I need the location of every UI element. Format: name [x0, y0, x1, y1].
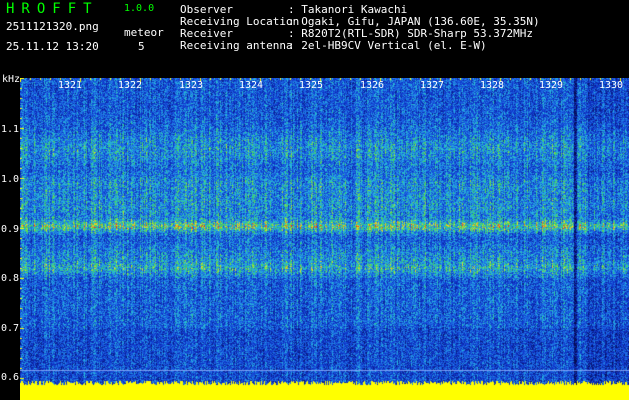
hrofft-window: HROFFT 1.0.0 2511121320.png 25.11.12 13:…	[0, 0, 629, 400]
app-version: 1.0.0	[124, 3, 155, 14]
x-tick-label: 1327	[420, 80, 445, 91]
meteor-count: 5	[138, 40, 145, 53]
x-tick-label: 1329	[539, 80, 564, 91]
x-tick-label: 1330	[599, 80, 624, 91]
x-tick-label: 1321	[58, 80, 83, 91]
x-tick-label: 1325	[299, 80, 324, 91]
x-tick-label: 1323	[179, 80, 204, 91]
y-tick-label: 0.8	[1, 273, 20, 284]
antenna-label: Receiving antenna	[180, 39, 293, 52]
capture-date-time: 25.11.12 13:20	[6, 40, 99, 53]
y-tick-label: 0.7	[1, 323, 20, 334]
y-axis-unit: kHz	[2, 74, 21, 85]
y-tick-label: 1.1	[1, 124, 20, 135]
y-tick-label: 0.6	[1, 372, 20, 383]
meteor-label: meteor	[124, 26, 164, 39]
x-tick-label: 1326	[360, 80, 385, 91]
antenna-value: : 2el-HB9CV Vertical (el. E-W)	[288, 39, 487, 52]
file-name: 2511121320.png	[6, 20, 99, 33]
x-tick-label: 1324	[239, 80, 264, 91]
y-tick-label: 1.0	[1, 174, 20, 185]
x-tick-label: 1328	[480, 80, 505, 91]
waterfall-spectrogram	[20, 78, 629, 400]
y-tick-label: 0.9	[1, 224, 20, 235]
app-logo: HROFFT	[6, 1, 99, 17]
x-tick-label: 1322	[118, 80, 143, 91]
